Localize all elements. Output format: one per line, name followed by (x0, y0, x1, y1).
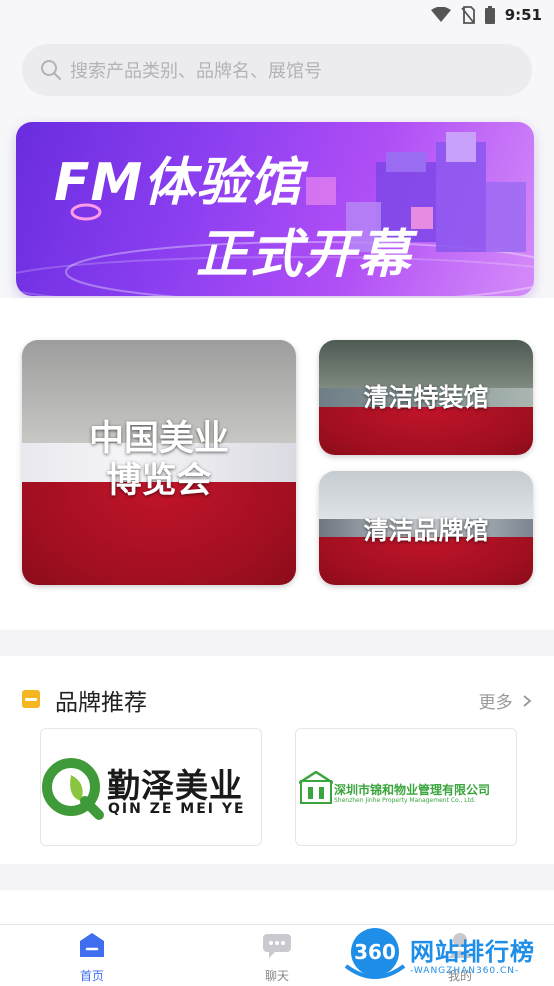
hall-label: 清洁特装馆 (363, 383, 489, 412)
hall-card-cleaning-brand[interactable]: 清洁品牌馆 (319, 471, 533, 585)
brand-card-jinhe[interactable]: 深圳市锦和物业管理有限公司 Shenzhen Jinhe Property Ma… (295, 728, 517, 846)
more-link[interactable]: 更多 (479, 688, 532, 713)
brand-subtitle: QIN ZE MEI YE (108, 801, 246, 817)
hall-card-beauty-expo[interactable]: 中国美业 博览会 (22, 340, 296, 585)
banner-title-line2: 正式开幕 (196, 225, 413, 285)
brand-name: 勤泽美业 (107, 766, 243, 805)
watermark-subtext: -WANGZHAN360.CN- (410, 966, 520, 976)
more-label: 更多 (478, 693, 513, 713)
brand-subtitle: Shenzhen Jinhe Property Management Co., … (334, 797, 476, 804)
no-sim-icon (460, 6, 475, 24)
hall-label-line2: 博览会 (106, 460, 212, 501)
promo-banner[interactable]: FM体验馆 正式开幕 (16, 122, 534, 296)
brand-name: 深圳市锦和物业管理有限公司 (334, 783, 491, 797)
chat-icon (263, 934, 291, 958)
wifi-icon (430, 7, 451, 22)
tab-chat[interactable]: 聊天 (237, 931, 317, 984)
jinhe-logo-icon (299, 771, 333, 804)
hall-card-cleaning-special[interactable]: 清洁特装馆 (319, 340, 533, 455)
banner-title-line1: FM体验馆 (54, 153, 303, 213)
status-icons: 9:51 (430, 6, 542, 24)
search-input[interactable]: 搜索产品类别、品牌名、展馆号 (22, 44, 532, 96)
chevron-right-icon (523, 695, 532, 707)
status-bar: 9:51 (0, 0, 554, 32)
tab-home[interactable]: 首页 (52, 931, 132, 984)
hall-label: 清洁品牌馆 (363, 516, 489, 545)
shop-icon (22, 690, 40, 708)
brand-recommend-section: 品牌推荐 更多 勤泽美业 QIN ZE MEI YE 深圳市锦和物业管理有限公司… (0, 656, 554, 864)
clock: 9:51 (504, 6, 542, 24)
home-icon (80, 933, 104, 957)
watermark-logo: 360 (344, 928, 406, 979)
search-placeholder: 搜索产品类别、品牌名、展馆号 (70, 61, 322, 82)
hall-label: 中国美业 博览会 (22, 418, 296, 502)
tab-label: 首页 (79, 969, 104, 983)
top-area: 搜索产品类别、品牌名、展馆号 FM体验馆 正式开幕 (0, 32, 554, 298)
next-section-preview (0, 890, 554, 926)
watermark-badge: 360 (354, 940, 396, 964)
brand-card-qinze[interactable]: 勤泽美业 QIN ZE MEI YE (40, 728, 262, 846)
section-title: 品牌推荐 (55, 690, 147, 716)
tab-label: 聊天 (264, 969, 289, 983)
battery-icon (484, 6, 495, 24)
search-icon (41, 60, 61, 80)
exhibition-halls: 中国美业 博览会 清洁特装馆 清洁品牌馆 (0, 298, 554, 630)
watermark-text: 网站排行榜 (410, 938, 535, 966)
qinze-logo-icon (42, 758, 104, 820)
hall-label-line1: 中国美业 (88, 418, 229, 459)
